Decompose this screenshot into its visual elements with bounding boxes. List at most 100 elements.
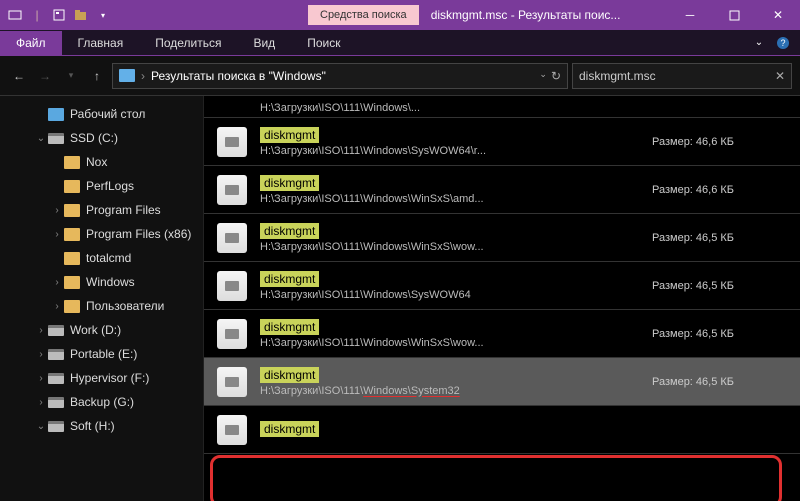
result-path: H:\Загрузки\ISO\111\Windows\System32 (260, 385, 652, 397)
tree-label: Windows (86, 275, 135, 289)
expand-icon[interactable]: › (34, 397, 48, 408)
tab-view[interactable]: Вид (237, 31, 291, 55)
qat-dropdown-icon[interactable]: ▾ (96, 8, 110, 22)
drive-icon (48, 397, 64, 408)
expand-icon[interactable]: ⌄ (34, 133, 48, 144)
folder-icon (64, 300, 80, 313)
up-button[interactable]: ↑ (86, 65, 108, 87)
recent-dropdown-icon[interactable]: ▾ (60, 65, 82, 87)
result-size: Размер: 46,6 КБ (652, 184, 792, 196)
file-icon (214, 316, 250, 352)
window-controls: ─ ✕ (668, 0, 800, 30)
result-size: Размер: 46,6 КБ (652, 136, 792, 148)
expand-icon[interactable]: ⌄ (34, 421, 48, 432)
refresh-icon[interactable]: ↻ (551, 69, 561, 83)
tab-search[interactable]: Поиск (291, 31, 356, 55)
tree-label: Soft (H:) (70, 419, 115, 433)
maximize-button[interactable] (712, 0, 756, 30)
result-row[interactable]: diskmgmtH:\Загрузки\ISO\111\Windows\SysW… (204, 262, 800, 310)
tree-label: PerfLogs (86, 179, 134, 193)
tree-node[interactable]: ›Portable (E:) (0, 342, 203, 366)
tree-node[interactable]: PerfLogs (0, 174, 203, 198)
tree-node[interactable]: ⌄SSD (C:) (0, 126, 203, 150)
contextual-tab-label: Средства поиска (308, 5, 419, 25)
svg-text:?: ? (780, 38, 785, 48)
result-row[interactable]: H:\Загрузки\ISO\111\Windows\... (204, 96, 800, 118)
desktop-icon (48, 108, 64, 121)
file-menu[interactable]: Файл (0, 31, 62, 55)
folder-icon (64, 252, 80, 265)
search-box[interactable]: diskmgmt.msc ✕ (572, 63, 792, 89)
tree-node[interactable]: › Пользователи (0, 294, 203, 318)
result-name: diskmgmt (260, 319, 319, 335)
file-icon (214, 364, 250, 400)
tree-node[interactable]: › Program Files (0, 198, 203, 222)
help-icon[interactable]: ? (774, 34, 792, 52)
address-bar-area: ← → ▾ ↑ › Результаты поиска в "Windows" … (0, 56, 800, 96)
result-name: diskmgmt (260, 367, 319, 383)
expand-icon[interactable]: › (50, 229, 64, 240)
annotation-highlight (210, 455, 782, 501)
result-row[interactable]: diskmgmtH:\Загрузки\ISO\111\Windows\WinS… (204, 214, 800, 262)
vert-divider: | (30, 8, 44, 22)
window-title: diskmgmt.msc - Результаты поис... (419, 8, 668, 22)
result-row[interactable]: diskmgmt (204, 406, 800, 454)
tree-label: Пользователи (86, 299, 164, 313)
clear-search-icon[interactable]: ✕ (775, 69, 785, 83)
address-dropdown-icon[interactable]: ⌄ (539, 69, 547, 83)
minimize-button[interactable]: ─ (668, 0, 712, 30)
result-size: Размер: 46,5 КБ (652, 280, 792, 292)
expand-icon[interactable]: › (34, 325, 48, 336)
tree-node[interactable]: Nox (0, 150, 203, 174)
tree-label: Work (D:) (70, 323, 121, 337)
drive-icon (48, 421, 64, 432)
breadcrumb[interactable]: Результаты поиска в "Windows" (151, 69, 326, 83)
result-row[interactable]: diskmgmt H:\Загрузки\ISO\111\Windows\Syst… (204, 358, 800, 406)
ribbon-expand-icon[interactable]: ⌄ (750, 34, 768, 52)
tree-node[interactable]: › Backup (G:) (0, 390, 203, 414)
result-name: diskmgmt (260, 421, 319, 437)
titlebar: | ▾ Средства поиска diskmgmt.msc - Резул… (0, 0, 800, 30)
tree-label: totalcmd (86, 251, 131, 265)
folder-icon (64, 228, 80, 241)
result-path: H:\Загрузки\ISO\111\Windows\... (260, 102, 652, 114)
back-button[interactable]: ← (8, 65, 30, 87)
tree-label: Program Files (86, 203, 161, 217)
tree-label: Рабочий стол (70, 107, 145, 121)
expand-icon[interactable]: › (34, 373, 48, 384)
drive-icon (48, 349, 64, 360)
tree-label: Nox (86, 155, 107, 169)
tab-home[interactable]: Главная (62, 31, 140, 55)
result-row[interactable]: diskmgmtH:\Загрузки\ISO\111\Windows\WinS… (204, 310, 800, 358)
close-button[interactable]: ✕ (756, 0, 800, 30)
tree-label: Hypervisor (F:) (70, 371, 149, 385)
tab-share[interactable]: Поделиться (139, 31, 237, 55)
expand-icon[interactable]: › (50, 277, 64, 288)
tree-node[interactable]: › Windows (0, 270, 203, 294)
expand-icon[interactable]: › (50, 301, 64, 312)
result-row[interactable]: diskmgmtH:\Загрузки\ISO\111\Windows\WinS… (204, 166, 800, 214)
result-size: Размер: 46,5 КБ (652, 232, 792, 244)
forward-button[interactable]: → (34, 65, 56, 87)
expand-icon[interactable]: › (50, 205, 64, 216)
tree-node[interactable]: totalcmd (0, 246, 203, 270)
result-name: diskmgmt (260, 175, 319, 191)
properties-icon[interactable] (52, 8, 66, 22)
address-bar[interactable]: › Результаты поиска в "Windows" ⌄ ↻ (112, 63, 568, 89)
expand-icon[interactable]: › (34, 349, 48, 360)
navigation-tree[interactable]: Рабочий стол⌄SSD (C:)NoxPerfLogs›Program… (0, 96, 204, 501)
chevron-right-icon: › (141, 69, 145, 83)
tree-node[interactable]: › Hypervisor (F:) (0, 366, 203, 390)
result-row[interactable]: diskmgmtH:\Загрузки\ISO\111\Windows\SysW… (204, 118, 800, 166)
tree-node[interactable]: Рабочий стол (0, 102, 203, 126)
tree-node[interactable]: › Work (D:) (0, 318, 203, 342)
tree-node[interactable]: ⌄ Soft (H:) (0, 414, 203, 438)
system-menu-icon[interactable] (8, 8, 22, 22)
new-folder-icon[interactable] (74, 8, 88, 22)
results-pane[interactable]: H:\Загрузки\ISO\111\Windows\... diskmgmt… (204, 96, 800, 501)
tree-label: Backup (G:) (70, 395, 134, 409)
tree-node[interactable]: ›Program Files (x86) (0, 222, 203, 246)
result-size: Размер: 46,5 КБ (652, 328, 792, 340)
drive-icon (48, 373, 64, 384)
file-icon (214, 124, 250, 160)
